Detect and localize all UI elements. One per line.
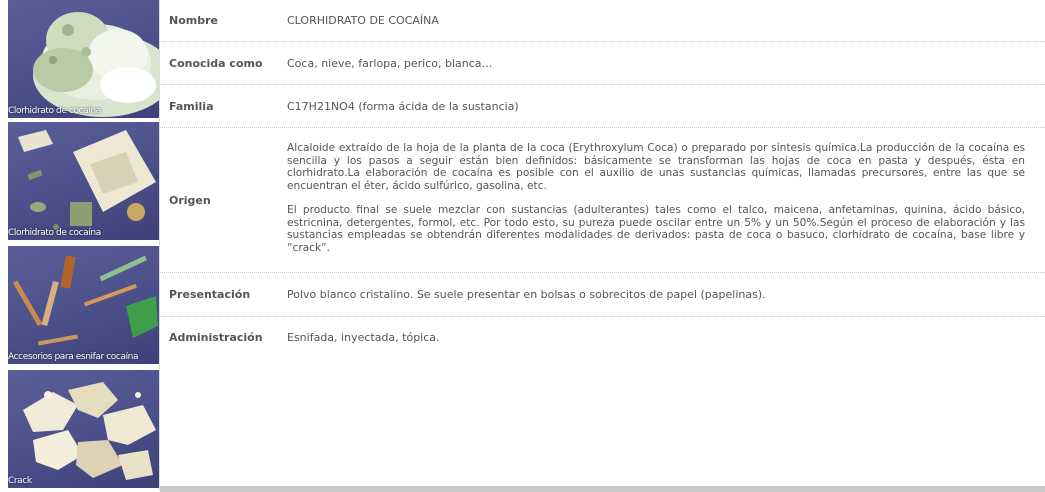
origen-paragraph: El producto final se suele mezclar con s… <box>287 204 1025 254</box>
cocaine-packets-image: Clorhidrato de cocaína <box>8 122 159 240</box>
row-value: C17H21NO4 (forma ácida de la sustancia) <box>287 100 519 113</box>
row-value: Polvo blanco cristalino. Se suele presen… <box>287 288 766 301</box>
table-row-origen: Origen Alcaloide extraído de la hoja de … <box>160 128 1045 273</box>
row-label: Conocida como <box>169 57 263 70</box>
row-value: Coca, nieve, farlopa, perico, blanca… <box>287 57 493 70</box>
row-label: Nombre <box>169 14 218 27</box>
image-caption: Clorhidrato de cocaína <box>8 228 101 238</box>
image-column: Clorhidrato de cocaína Clorhidrato de co… <box>8 0 159 492</box>
origen-paragraph: Alcaloide extraído de la hoja de la plan… <box>287 142 1025 192</box>
image-caption: Crack <box>8 476 32 486</box>
row-label: Administración <box>169 331 263 344</box>
table-row-presentacion: Presentación Polvo blanco cristalino. Se… <box>160 273 1045 317</box>
crack-rocks-image: Crack <box>8 370 159 488</box>
cocaine-powder-image: Clorhidrato de cocaína <box>8 0 159 118</box>
footer-bar <box>160 486 1045 492</box>
row-value: CLORHIDRATO DE COCAÍNA <box>287 14 439 27</box>
row-value: Esnifada, inyectada, tópica. <box>287 331 440 344</box>
image-caption: Clorhidrato de cocaína <box>8 106 101 116</box>
table-row-nombre: Nombre CLORHIDRATO DE COCAÍNA <box>160 0 1045 42</box>
table-row-administracion: Administración Esnifada, inyectada, tópi… <box>160 317 1045 359</box>
paper-packets-icon <box>18 130 156 230</box>
table-row-familia: Familia C17H21NO4 (forma ácida de la sus… <box>160 85 1045 128</box>
image-caption: Accesorios para esnifar cocaína <box>8 352 139 362</box>
row-label: Familia <box>169 100 214 113</box>
table-row-conocida-como: Conocida como Coca, nieve, farlopa, peri… <box>160 42 1045 85</box>
snorting-accessories-image: Accesorios para esnifar cocaína <box>8 246 159 364</box>
straws-icon <box>12 255 158 346</box>
row-label: Origen <box>169 194 211 207</box>
crack-rocks-icon <box>23 382 156 480</box>
row-label: Presentación <box>169 288 251 301</box>
powder-pile-icon <box>33 12 159 117</box>
row-value: Alcaloide extraído de la hoja de la plan… <box>287 142 1025 266</box>
